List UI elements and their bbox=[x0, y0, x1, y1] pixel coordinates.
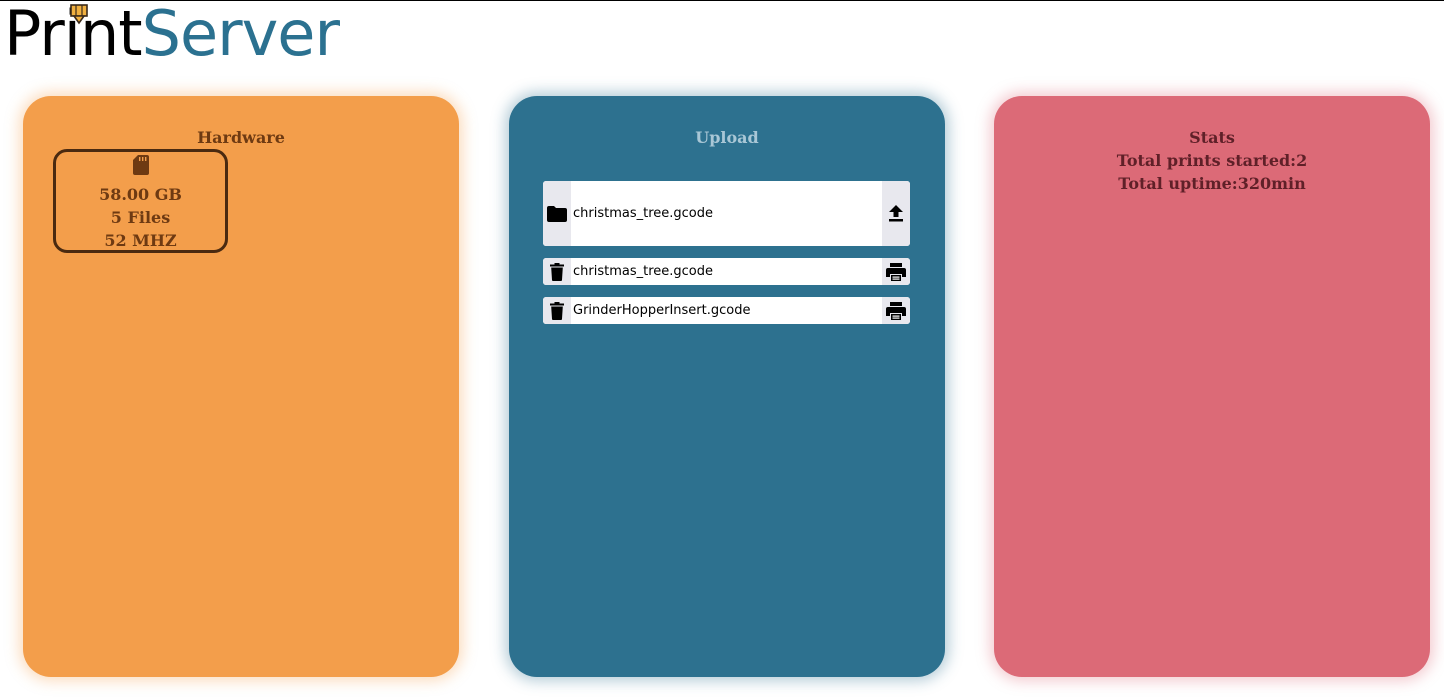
trash-icon[interactable] bbox=[543, 297, 571, 324]
stats-card: Stats Total prints started:2 Total uptim… bbox=[994, 96, 1430, 677]
print-icon[interactable] bbox=[882, 297, 910, 324]
hardware-card: Hardware 58.00 GB 5 Files 52 MHZ bbox=[23, 96, 459, 677]
upload-title: Upload bbox=[695, 128, 759, 147]
total-prints-started: Total prints started:2 bbox=[1116, 151, 1308, 170]
sd-card-speed: 52 MHZ bbox=[104, 231, 177, 250]
total-uptime: Total uptime:320min bbox=[1118, 174, 1306, 193]
upload-file-input[interactable]: christmas_tree.gcode bbox=[543, 181, 910, 246]
print-icon[interactable] bbox=[882, 258, 910, 285]
sd-card-panel: 58.00 GB 5 Files 52 MHZ bbox=[53, 149, 228, 253]
upload-card: Upload christmas_tree.gcode christmas_tr… bbox=[509, 96, 945, 677]
sd-card-size: 58.00 GB bbox=[99, 185, 182, 204]
file-name: GrinderHopperInsert.gcode bbox=[573, 303, 751, 318]
logo-text-server: Server bbox=[141, 0, 340, 70]
app-logo: PrintServer bbox=[4, 0, 340, 70]
file-list-item: GrinderHopperInsert.gcode bbox=[543, 297, 910, 324]
hardware-title: Hardware bbox=[197, 128, 285, 147]
stats-title: Stats bbox=[1189, 128, 1235, 147]
file-name: christmas_tree.gcode bbox=[573, 264, 714, 279]
selected-file-name: christmas_tree.gcode bbox=[573, 206, 714, 221]
printer-nozzle-icon bbox=[70, 4, 88, 25]
trash-icon[interactable] bbox=[543, 258, 571, 285]
sd-card-icon bbox=[133, 155, 149, 175]
upload-icon[interactable] bbox=[882, 181, 910, 246]
folder-icon[interactable] bbox=[543, 181, 571, 246]
sd-card-file-count: 5 Files bbox=[110, 208, 171, 227]
file-list-item: christmas_tree.gcode bbox=[543, 258, 910, 285]
